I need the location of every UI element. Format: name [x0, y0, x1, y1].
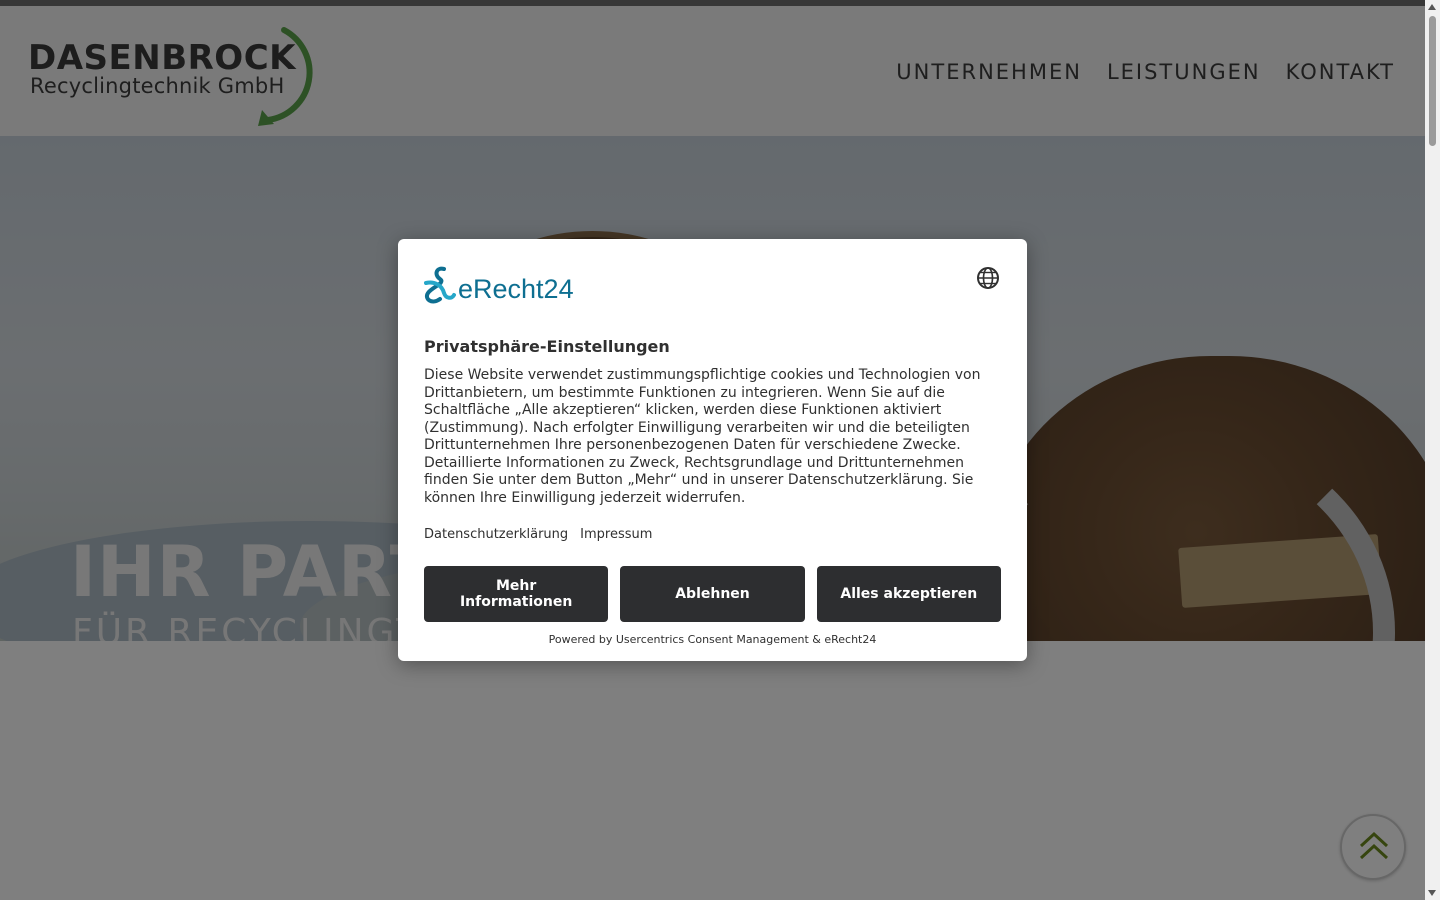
imprint-link[interactable]: Impressum — [580, 527, 652, 542]
privacy-policy-link[interactable]: Datenschutzerklärung — [424, 527, 568, 542]
page-scrollbar[interactable] — [1425, 0, 1440, 900]
dialog-title: Privatsphäre-Einstellungen — [424, 337, 670, 356]
more-information-button[interactable]: Mehr Informationen — [424, 566, 609, 622]
globe-icon — [977, 267, 999, 289]
powered-by-text: Powered by Usercentrics Consent Manageme… — [548, 633, 877, 646]
dialog-links: Datenschutzerklärung Impressum — [424, 527, 652, 542]
scrollbar-thumb[interactable] — [1429, 16, 1436, 146]
consent-dialog: eRecht24 Privatsphäre-Einstellungen Dies… — [398, 239, 1027, 661]
language-selector[interactable] — [976, 266, 1000, 290]
erecht24-wordmark: eRecht24 — [458, 273, 574, 304]
accept-all-button[interactable]: Alles akzeptieren — [816, 566, 1001, 622]
dialog-buttons: Mehr Informationen Ablehnen Alles akzept… — [424, 566, 1001, 622]
deny-button[interactable]: Ablehnen — [620, 566, 805, 622]
erecht24-logo: eRecht24 — [422, 265, 574, 305]
erecht24-symbol-icon — [424, 266, 456, 304]
scroll-up-arrow-icon[interactable] — [1428, 4, 1436, 10]
scroll-down-arrow-icon[interactable] — [1428, 890, 1436, 896]
dialog-body-text: Diese Website verwendet zustimmungspflic… — [424, 367, 981, 506]
